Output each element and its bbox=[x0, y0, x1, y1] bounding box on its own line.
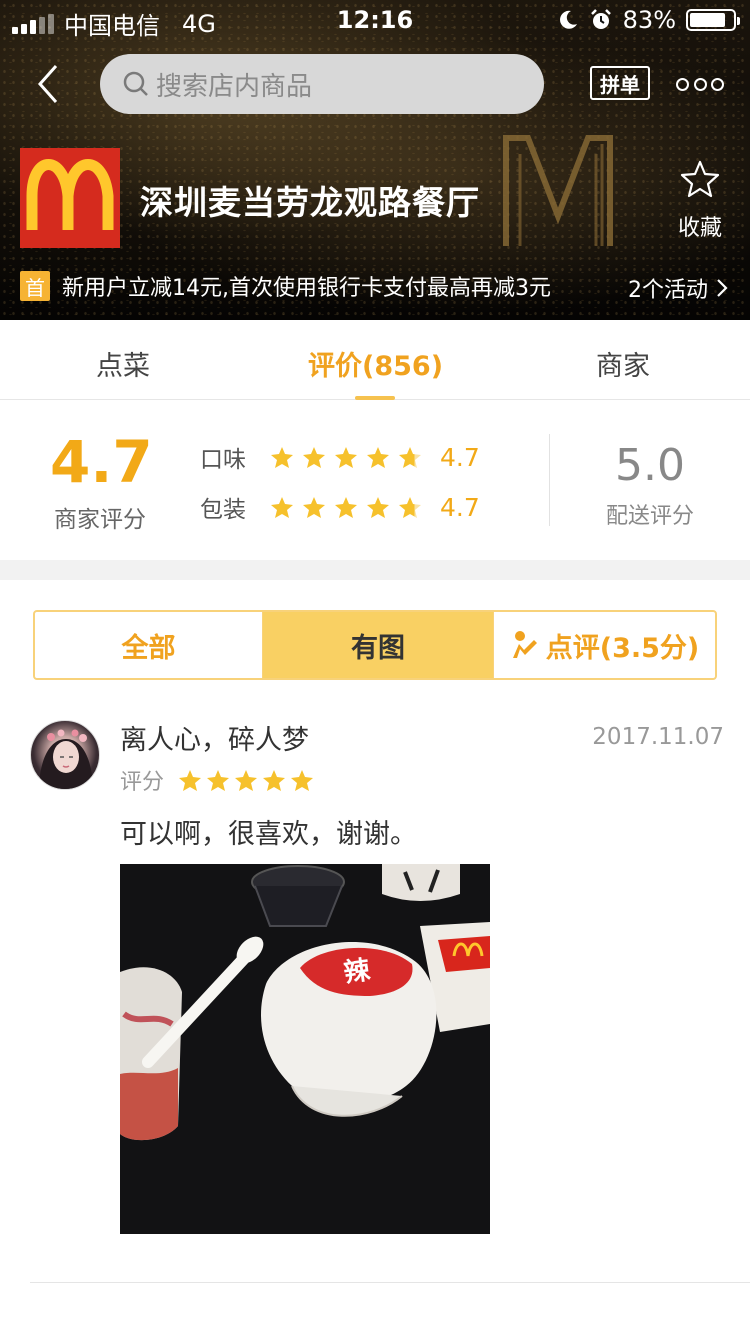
tab-menu[interactable]: 点菜 bbox=[96, 344, 150, 383]
search-input[interactable]: 搜索店内商品 bbox=[100, 54, 544, 114]
review-score-label: 评分 bbox=[120, 770, 165, 795]
promo-text: 新用户立减14元,首次使用银行卡支付最高再减3元 bbox=[62, 276, 551, 301]
review-score-row: 评分 bbox=[120, 764, 314, 796]
star-outline-icon bbox=[680, 160, 720, 198]
star-icon bbox=[263, 769, 286, 791]
tab-reviews[interactable]: 评价(856) bbox=[308, 344, 443, 383]
star-icon bbox=[271, 446, 293, 468]
merchant-score: 4.7 bbox=[50, 428, 153, 496]
star-icon bbox=[367, 496, 389, 518]
star-icon bbox=[335, 496, 357, 518]
battery-icon bbox=[686, 9, 740, 31]
search-placeholder: 搜索店内商品 bbox=[156, 71, 313, 102]
brand-m-watermark bbox=[503, 135, 613, 246]
status-bar: 中国电信 4G 12:16 83% bbox=[0, 0, 750, 40]
battery-fill bbox=[690, 13, 725, 27]
reviewer-name: 离人心，碎人梦 bbox=[120, 725, 309, 756]
search-icon bbox=[123, 71, 148, 96]
review-separator bbox=[30, 1282, 750, 1283]
star-icon bbox=[207, 769, 230, 791]
rating-summary: 4.7 商家评分 口味 4.7 包装 4.7 5.0 配送评分 bbox=[0, 400, 750, 560]
taste-stars bbox=[270, 446, 422, 469]
person-icon bbox=[512, 631, 537, 658]
moon-icon bbox=[559, 10, 577, 29]
section-gap bbox=[0, 560, 750, 580]
mcdonalds-logo bbox=[20, 148, 120, 248]
star-icon bbox=[179, 769, 202, 791]
star-icon bbox=[271, 496, 293, 518]
golden-arches-icon bbox=[26, 159, 114, 230]
delivery-score-label: 配送评分 bbox=[605, 504, 694, 529]
favorite-label: 收藏 bbox=[677, 216, 722, 241]
promo-banner[interactable]: 首 新用户立减14元,首次使用银行卡支付最高再减3元 bbox=[20, 270, 551, 302]
back-button[interactable] bbox=[30, 62, 70, 106]
battery-percent: 83% bbox=[622, 6, 676, 34]
rating-divider bbox=[549, 434, 550, 526]
taste-score: 4.7 bbox=[440, 442, 480, 472]
avatar[interactable] bbox=[30, 720, 100, 790]
favorite-button[interactable]: 收藏 bbox=[670, 160, 730, 242]
review-stars bbox=[178, 769, 314, 792]
star-icon bbox=[367, 446, 389, 468]
review-filter: 全部 有图 点评(3.5分) bbox=[33, 610, 717, 680]
star-half-icon bbox=[399, 446, 421, 468]
first-order-badge: 首 bbox=[20, 271, 50, 301]
food-photo: 辣 bbox=[120, 864, 490, 1234]
star-icon bbox=[291, 769, 314, 791]
store-banner: 中国电信 4G 12:16 83% 搜索店内商品 拼单 深圳麦当劳龙观路餐厅 收… bbox=[0, 0, 750, 320]
group-order-button[interactable]: 拼单 bbox=[590, 66, 650, 100]
filter-with-photos[interactable]: 有图 bbox=[263, 612, 493, 678]
delivery-score: 5.0 bbox=[615, 440, 685, 491]
filter-all[interactable]: 全部 bbox=[35, 612, 263, 678]
merchant-score-label: 商家评分 bbox=[54, 507, 146, 533]
packaging-stars bbox=[270, 496, 422, 519]
chevron-right-icon bbox=[717, 279, 728, 297]
packaging-label: 包装 bbox=[200, 497, 246, 523]
filter-review-score-label: 点评(3.5分) bbox=[545, 632, 700, 664]
star-icon bbox=[303, 446, 325, 468]
chevron-left-icon bbox=[37, 65, 58, 103]
filter-review-score[interactable]: 点评(3.5分) bbox=[493, 612, 715, 678]
review-text: 可以啊，很喜欢，谢谢。 bbox=[120, 819, 417, 850]
taste-rating-row: 口味 4.7 bbox=[200, 442, 480, 474]
more-options-button[interactable] bbox=[676, 72, 724, 96]
review-date: 2017.11.07 bbox=[592, 724, 724, 750]
promo-count-link[interactable]: 2个活动 bbox=[628, 272, 728, 304]
packaging-rating-row: 包装 4.7 bbox=[200, 492, 480, 524]
promo-count-label: 2个活动 bbox=[628, 278, 708, 303]
star-icon bbox=[235, 769, 258, 791]
store-name: 深圳麦当劳龙观路餐厅 bbox=[140, 183, 480, 222]
taste-label: 口味 bbox=[200, 447, 246, 473]
alarm-icon bbox=[590, 9, 611, 29]
main-tabs: 点菜 评价(856) 商家 bbox=[0, 320, 750, 400]
star-icon bbox=[335, 446, 357, 468]
svg-text:辣: 辣 bbox=[342, 954, 373, 988]
avatar-portrait bbox=[39, 729, 93, 789]
tab-merchant[interactable]: 商家 bbox=[596, 344, 650, 383]
star-icon bbox=[303, 496, 325, 518]
packaging-score: 4.7 bbox=[440, 492, 480, 522]
review-photo[interactable]: 辣 bbox=[120, 864, 490, 1234]
star-half-icon bbox=[399, 496, 421, 518]
